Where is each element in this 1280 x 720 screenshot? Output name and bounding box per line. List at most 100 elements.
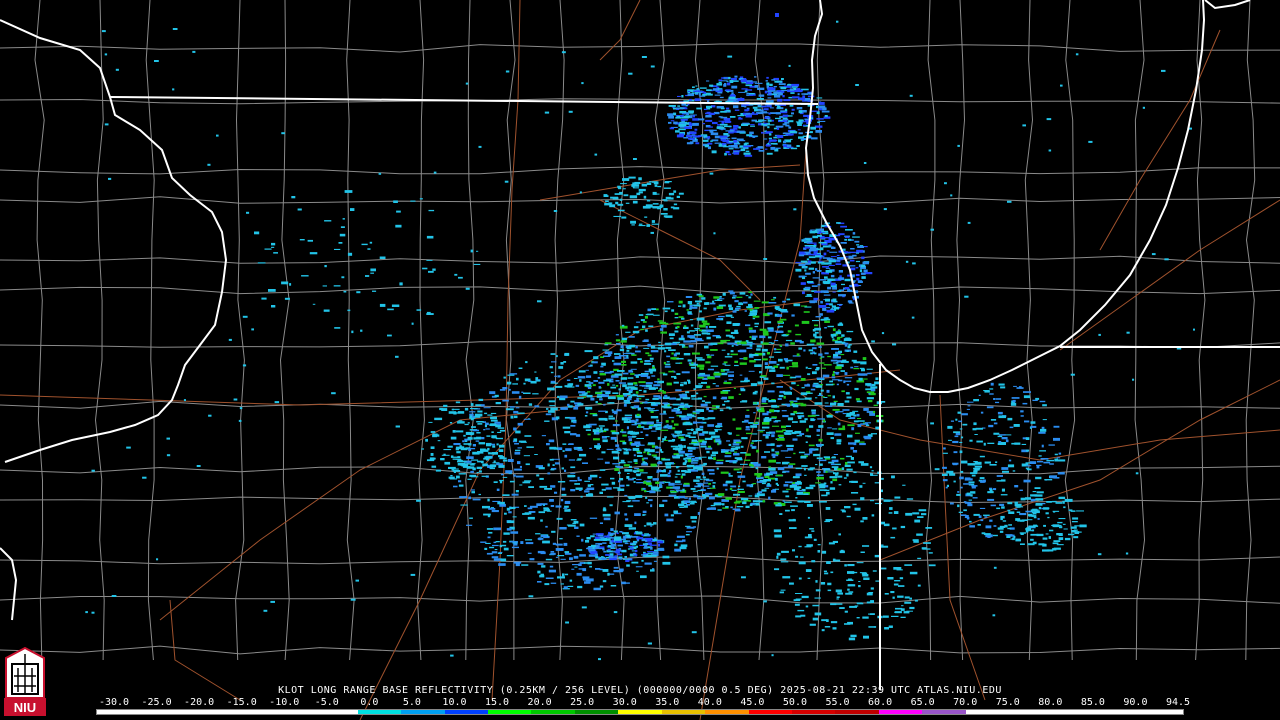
echo-pixel — [668, 115, 674, 119]
echo-pixel — [906, 498, 914, 500]
echo-pixel — [1030, 421, 1036, 424]
echo-pixel — [725, 480, 733, 484]
echo-pixel — [517, 412, 525, 414]
echo-pixel — [857, 420, 865, 422]
echo-pixel — [617, 488, 625, 491]
echo-pixel — [617, 570, 623, 573]
echo-pixel — [576, 535, 580, 537]
echo-pixel — [592, 429, 601, 432]
echo-pixel — [517, 422, 523, 426]
echo-pixel — [721, 349, 726, 351]
echo-pixel — [829, 380, 833, 383]
echo-pixel — [706, 111, 711, 115]
echo-pixel — [723, 361, 728, 364]
echo-pixel — [429, 457, 435, 461]
echo-pixel — [847, 571, 855, 574]
echo-pixel — [839, 275, 842, 278]
echo-pixel — [830, 282, 836, 286]
echo-pixel — [675, 116, 682, 119]
echo-pixel — [503, 532, 510, 535]
echo-pixel — [1030, 425, 1037, 428]
echo-pixel — [942, 479, 948, 482]
echo-pixel — [798, 416, 802, 419]
echo-pixel — [884, 593, 889, 595]
echo-pixel — [661, 441, 664, 443]
echo-pixel — [736, 305, 741, 308]
echo-pixel — [490, 416, 497, 420]
echo-pixel — [842, 409, 850, 411]
echo-pixel — [521, 564, 529, 566]
echo-pixel — [767, 483, 770, 486]
echo-pixel — [786, 366, 789, 370]
echo-pixel — [647, 354, 652, 357]
echo-pixel — [963, 483, 971, 485]
echo-pixel — [801, 387, 805, 389]
echo-pixel — [604, 351, 613, 354]
echo-pixel — [781, 425, 786, 429]
echo-pixel — [536, 379, 541, 382]
echo-pixel — [616, 409, 622, 412]
echo-pixel — [800, 456, 807, 459]
echo-pixel — [524, 480, 532, 482]
echo-pixel — [831, 348, 839, 350]
echo-pixel — [983, 390, 990, 392]
echo-pixel — [844, 251, 848, 254]
echo-pixel — [630, 373, 635, 375]
echo-pixel — [944, 182, 947, 185]
echo-pixel — [690, 306, 698, 309]
echo-pixel — [636, 451, 643, 454]
echo-pixel — [486, 528, 494, 530]
echo-pixel — [108, 177, 112, 180]
echo-pixel — [840, 370, 845, 372]
echo-pixel — [773, 348, 777, 351]
echo-pixel — [714, 375, 721, 378]
echo-pixel — [115, 68, 119, 71]
echo-pixel — [759, 328, 767, 331]
echo-pixel — [494, 421, 501, 424]
echo-pixel — [620, 377, 628, 380]
echo-pixel — [704, 129, 709, 132]
echo-pixel — [737, 490, 745, 493]
echo-pixel — [803, 267, 807, 269]
echo-pixel — [808, 267, 815, 270]
echo-pixel — [858, 581, 861, 582]
echo-pixel — [586, 394, 593, 398]
echo-pixel — [744, 105, 747, 108]
echo-pixel — [825, 507, 831, 510]
echo-pixel — [657, 185, 662, 188]
echo-pixel — [585, 540, 590, 543]
echo-pixel — [849, 259, 855, 262]
county-line — [0, 166, 1280, 175]
echo-pixel — [866, 601, 871, 604]
echo-pixel — [644, 489, 647, 493]
county-line — [0, 43, 1280, 53]
echo-pixel — [973, 422, 977, 426]
echo-pixel — [897, 595, 904, 598]
echo-pixel — [691, 92, 699, 94]
echo-pixel — [451, 456, 459, 458]
echo-pixel — [707, 143, 712, 145]
echo-pixel — [794, 603, 800, 606]
echo-pixel — [630, 548, 634, 550]
echo-pixel — [547, 463, 550, 467]
echo-pixel — [959, 441, 963, 443]
echo-pixel — [508, 459, 514, 462]
echo-pixel — [583, 562, 591, 564]
echo-pixel — [769, 133, 772, 136]
echo-pixel — [734, 502, 740, 504]
echo-pixel — [551, 530, 556, 533]
echo-pixel — [569, 579, 573, 582]
echo-pixel — [983, 533, 991, 536]
echo-pixel — [852, 236, 860, 238]
echo-pixel — [500, 473, 504, 476]
echo-pixel — [623, 420, 631, 423]
echo-pixel — [780, 110, 786, 112]
echo-pixel — [783, 99, 791, 102]
echo-pixel — [862, 357, 867, 360]
echo-pixel — [557, 395, 560, 398]
echo-pixel — [730, 77, 737, 81]
echo-pixel — [967, 221, 971, 224]
echo-pixel — [602, 439, 608, 443]
echo-pixel — [951, 473, 954, 476]
echo-pixel — [783, 395, 786, 399]
